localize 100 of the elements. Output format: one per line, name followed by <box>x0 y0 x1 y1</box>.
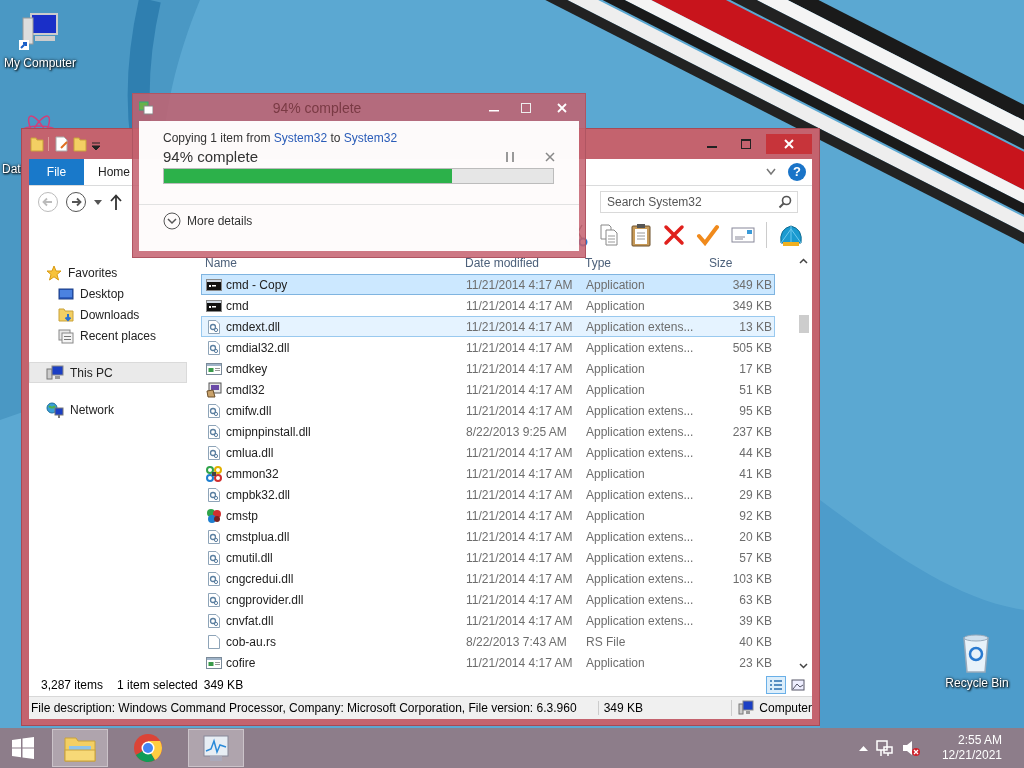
column-header[interactable]: Type <box>585 252 705 274</box>
file-row[interactable]: cmdext.dll 11/21/2014 4:17 AM Application extens... 13 KB <box>201 316 775 337</box>
file-row[interactable]: cngcredui.dll 11/21/2014 4:17 AM Application extens... 103 KB <box>201 568 775 589</box>
recent-places-icon <box>58 327 74 344</box>
details-view-button[interactable] <box>766 676 786 694</box>
file-row[interactable]: cmd 11/21/2014 4:17 AM Application 349 KB <box>201 295 775 316</box>
new-folder-button[interactable] <box>73 136 85 152</box>
file-name: cmdext.dll <box>226 319 282 334</box>
settings-file-icon <box>206 318 222 335</box>
file-size: 237 KB <box>731 424 772 439</box>
column-header[interactable]: Size <box>705 252 771 274</box>
cancel-button[interactable] <box>545 151 555 162</box>
minimize-icon <box>707 146 717 148</box>
scrollbar-thumb[interactable] <box>798 315 809 333</box>
file-row[interactable]: cmutil.dll 11/21/2014 4:17 AM Application extens... 57 KB <box>201 547 775 568</box>
properties-button[interactable] <box>55 136 67 152</box>
nav-item[interactable]: Recent places <box>29 325 187 346</box>
close-icon <box>784 139 794 149</box>
file-menu-tab[interactable]: File <box>29 159 84 185</box>
file-size: 349 KB <box>597 701 664 715</box>
delete-icon <box>663 224 685 246</box>
shell-button[interactable] <box>778 223 804 247</box>
file-row[interactable]: cmstplua.dll 11/21/2014 4:17 AM Application extens... 20 KB <box>201 526 775 547</box>
help-button[interactable]: ? <box>788 163 806 181</box>
recent-locations-button[interactable] <box>93 198 103 206</box>
file-name: cmifw.dll <box>226 403 273 418</box>
search-field[interactable]: Search System32 <box>600 191 798 213</box>
file-size: 349 KB <box>731 298 772 313</box>
copy-status-text: Copying 1 item from System32 to System32 <box>163 131 399 145</box>
modified-date: 11/21/2014 4:17 AM <box>466 550 574 565</box>
up-button[interactable] <box>109 193 123 211</box>
modified-date: 11/21/2014 4:17 AM <box>466 298 574 313</box>
modified-date: 11/21/2014 4:17 AM <box>466 508 574 523</box>
file-row[interactable]: cmdl32 11/21/2014 4:17 AM Application 51 KB <box>201 379 775 400</box>
copy-button[interactable] <box>599 223 619 247</box>
file-row[interactable]: cmstp 11/21/2014 4:17 AM Application 92 KB <box>201 505 775 526</box>
properties-check-button[interactable] <box>696 224 720 246</box>
pause-button[interactable] <box>505 150 515 163</box>
modified-date: 11/21/2014 4:17 AM <box>466 466 574 481</box>
file-row[interactable]: cofire 11/21/2014 4:17 AM Application 23 KB <box>201 652 775 673</box>
nav-item[interactable]: Downloads <box>29 304 187 325</box>
file-size: 505 KB <box>731 340 772 355</box>
file-name: cmd <box>226 298 250 313</box>
expand-ribbon-button[interactable] <box>766 168 776 176</box>
file-type: RS File <box>586 634 627 649</box>
modified-date: 11/21/2014 4:17 AM <box>466 655 574 670</box>
paste-button[interactable] <box>630 223 652 247</box>
folder-button[interactable] <box>30 136 42 152</box>
envelope-button[interactable] <box>731 225 755 245</box>
file-row[interactable]: cmpbk32.dll 11/21/2014 4:17 AM Application extens... 29 KB <box>201 484 775 505</box>
forward-button[interactable] <box>65 191 87 213</box>
file-size: 29 KB <box>738 487 772 502</box>
large-icons-view-button[interactable] <box>788 676 808 694</box>
nav-item[interactable]: Network <box>29 399 187 420</box>
blank-file-icon <box>206 633 222 650</box>
file-row[interactable]: cmifw.dll 11/21/2014 4:17 AM Application extens... 95 KB <box>201 400 775 421</box>
file-type: Application extens... <box>586 319 695 334</box>
file-type: Application extens... <box>586 571 695 586</box>
network-button[interactable] <box>875 739 894 757</box>
caret-icon <box>93 198 103 206</box>
close-icon <box>557 102 567 113</box>
file-row[interactable]: cmdkey 11/21/2014 4:17 AM Application 17 KB <box>201 358 775 379</box>
modified-date: 11/21/2014 4:17 AM <box>466 382 574 397</box>
computer-icon <box>738 700 755 716</box>
file-row[interactable]: cmmon32 11/21/2014 4:17 AM Application 41 KB <box>201 463 775 484</box>
selection-size: 349 KB <box>203 678 244 692</box>
settings-file-icon <box>206 402 222 419</box>
file-row[interactable]: cob-au.rs 8/22/2013 7:43 AM RS File 40 KB <box>201 631 775 652</box>
nav-item[interactable]: This PC <box>29 362 187 383</box>
network-icon <box>46 401 64 418</box>
target-folder-link[interactable]: System32 <box>343 131 398 145</box>
settings-file-icon <box>206 339 222 356</box>
nav-item[interactable]: Favorites <box>29 262 187 283</box>
source-folder-link[interactable]: System32 <box>273 131 328 145</box>
more-details-button[interactable]: More details <box>163 212 253 230</box>
show-hidden-icons-button[interactable] <box>858 745 868 751</box>
file-type: Application extens... <box>586 424 695 439</box>
file-row[interactable]: cmd - Copy 11/21/2014 4:17 AM Application 349 KB <box>201 274 775 295</box>
file-row[interactable]: cmdial32.dll 11/21/2014 4:17 AM Application extens... 505 KB <box>201 337 775 358</box>
close-icon <box>545 151 555 162</box>
clock[interactable]: 2:55 AM 12/21/2021 <box>941 733 1002 763</box>
modified-date: 8/22/2013 7:43 AM <box>466 634 568 649</box>
file-row[interactable]: cmipnpinstall.dll 8/22/2013 9:25 AM Application extens... 237 KB <box>201 421 775 442</box>
file-type: Application extens... <box>586 613 695 628</box>
volume-muted-button[interactable] <box>901 739 920 757</box>
up-arrow-icon <box>109 193 123 211</box>
copy-icon <box>599 223 619 247</box>
file-row[interactable]: cngprovider.dll 11/21/2014 4:17 AM Application extens... 63 KB <box>201 589 775 610</box>
taskbar-app-button[interactable] <box>188 729 244 767</box>
file-row[interactable]: cmlua.dll 11/21/2014 4:17 AM Application extens... 44 KB <box>201 442 775 463</box>
desktop-icon <box>58 285 74 302</box>
settings-file-icon <box>206 591 222 608</box>
file-row[interactable]: cnvfat.dll 11/21/2014 4:17 AM Application extens... 39 KB <box>201 610 775 631</box>
performance-monitor-icon <box>201 733 231 763</box>
close-button[interactable] <box>766 134 812 154</box>
file-type: Application <box>586 655 646 670</box>
console-icon <box>206 276 222 293</box>
nav-item[interactable]: Desktop <box>29 283 187 304</box>
file-type: Application extens... <box>586 487 695 502</box>
delete-button[interactable] <box>663 224 685 246</box>
